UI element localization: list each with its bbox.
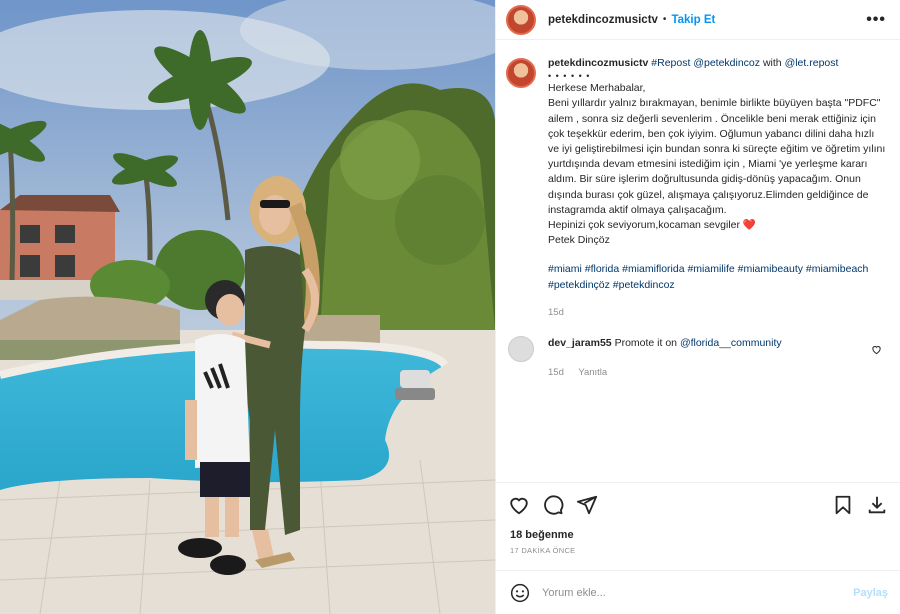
post-photo-image bbox=[0, 0, 495, 614]
heart-outline-icon bbox=[872, 346, 881, 355]
header-separator: • bbox=[662, 14, 667, 25]
author-avatar[interactable] bbox=[506, 4, 536, 35]
post-header: petekdincozmusictv • Takip Et ••• bbox=[496, 0, 900, 40]
caption-dots: • • • • • • bbox=[548, 71, 591, 82]
caption-username[interactable]: petekdincozmusictv bbox=[548, 57, 648, 69]
commenter-username[interactable]: dev_jaram55 bbox=[548, 337, 612, 349]
comment-input[interactable] bbox=[542, 586, 854, 599]
comment-mention[interactable]: @florida__community bbox=[680, 337, 782, 349]
comment-like-heart-icon[interactable] bbox=[871, 344, 882, 358]
bookmark-icon[interactable] bbox=[832, 494, 854, 516]
caption-signature: Petek Dinçöz bbox=[548, 234, 610, 247]
comment-bubble-icon[interactable] bbox=[542, 494, 564, 516]
heart-emoji: ❤️ bbox=[742, 219, 756, 232]
caption-mention-2[interactable]: @let.repost bbox=[785, 57, 839, 69]
caption-hashtags[interactable]: #miami #florida #miamiflorida #miamilife… bbox=[548, 262, 886, 292]
comments-section: petekdincozmusictv #Repost @petekdincoz … bbox=[496, 40, 900, 482]
caption-body-text: Herkese Merhabalar, Beni yıllardır yalnı… bbox=[548, 82, 886, 232]
caption-time: 15d bbox=[548, 306, 564, 318]
like-heart-icon[interactable] bbox=[508, 494, 530, 516]
comment-time: 15d bbox=[548, 367, 564, 379]
likes-count[interactable]: 18 beğenme bbox=[496, 526, 900, 544]
post-time-ago: 17 DAKİKA ÖNCE bbox=[510, 546, 576, 555]
reply-button[interactable]: Yanıtla bbox=[578, 367, 607, 378]
post-sidebar: petekdincozmusictv • Takip Et ••• petekd… bbox=[495, 0, 900, 614]
comment-meta: 15d Yanıtla bbox=[548, 365, 782, 380]
author-username[interactable]: petekdincozmusictv bbox=[548, 14, 658, 26]
caption-avatar[interactable] bbox=[506, 58, 536, 88]
action-bar bbox=[496, 482, 900, 526]
comment-item: dev_jaram55 Promote it on @florida__comm… bbox=[506, 336, 886, 380]
caption-body: petekdincozmusictv #Repost @petekdincoz … bbox=[548, 56, 886, 320]
caption-mention-1[interactable]: @petekdincoz bbox=[693, 57, 760, 69]
commenter-avatar[interactable] bbox=[508, 336, 534, 363]
instagram-post: petekdincozmusictv • Takip Et ••• petekd… bbox=[0, 0, 900, 614]
more-options-icon[interactable]: ••• bbox=[866, 11, 886, 29]
action-bar-right bbox=[832, 494, 888, 516]
post-comment-button[interactable]: Paylaş bbox=[853, 587, 888, 599]
emoji-smiley-icon[interactable] bbox=[510, 583, 530, 603]
follow-button[interactable]: Takip Et bbox=[671, 14, 715, 26]
comment-text: Promote it on bbox=[614, 337, 678, 350]
download-icon[interactable] bbox=[866, 494, 888, 516]
comment-body: dev_jaram55 Promote it on @florida__comm… bbox=[548, 336, 782, 380]
caption-text: Herkese Merhabalar, Beni yıllardır yalnı… bbox=[548, 81, 886, 233]
repost-hashtag[interactable]: #Repost bbox=[651, 57, 690, 69]
post-photo[interactable] bbox=[0, 0, 495, 614]
caption-with: with bbox=[762, 57, 782, 69]
add-comment-bar: Paylaş bbox=[496, 570, 900, 614]
share-paper-plane-icon[interactable] bbox=[576, 494, 598, 516]
caption: petekdincozmusictv #Repost @petekdincoz … bbox=[506, 56, 886, 320]
